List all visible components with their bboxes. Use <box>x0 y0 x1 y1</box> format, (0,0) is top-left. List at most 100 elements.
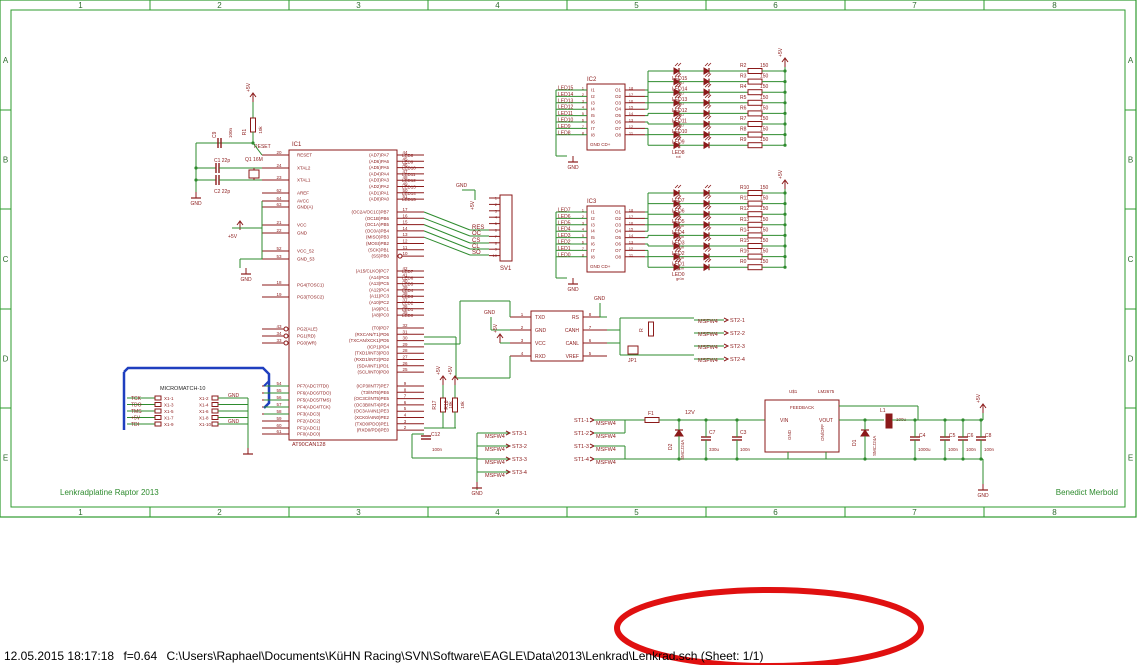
resistor-value: 150 <box>760 217 769 223</box>
capacitor-label: C2 22p <box>214 189 230 195</box>
mcu-name: IC1 <box>292 142 302 148</box>
fuse-label: F1 <box>648 411 654 417</box>
mcu-pin-number: 18 <box>276 280 282 285</box>
supply-label: +5V <box>436 365 442 375</box>
net-label-led: LED1 <box>402 307 414 312</box>
spi-header-sv1: SV112345678910GND+5VRESOCCSCLSO <box>423 183 513 272</box>
input-pin-label: ST1-3 <box>574 444 589 450</box>
mcu-pin-inverted <box>283 340 289 346</box>
driver-input-net: LED8 <box>558 130 571 136</box>
mcu-pin-name: PF2(ADC2) <box>297 419 321 424</box>
connector-pin <box>154 395 162 401</box>
mcu-pin-number: 34 <box>276 331 282 336</box>
mcu-pin-number: 54 <box>276 381 282 386</box>
driver-name: IC3 <box>587 199 597 205</box>
driver-pin-name: O1 <box>615 210 622 215</box>
net-label-led: LED2 <box>402 301 414 306</box>
row-letter: D <box>3 355 9 364</box>
input-net-label: MSFW4 <box>596 447 616 453</box>
connector-arrow <box>589 417 596 423</box>
fuse-f1 <box>644 417 660 423</box>
column-number: 3 <box>356 1 361 10</box>
mcu-pin-number: 25 <box>402 367 408 372</box>
mcu-pin-name: PG4(TOSC1) <box>297 283 324 288</box>
column-number: 2 <box>217 1 222 10</box>
resistor-value: 150 <box>760 137 769 143</box>
net-label-led: LED8 <box>402 153 414 158</box>
mcu-pin-number: 55 <box>276 388 282 393</box>
driver-pin-name: O4 <box>615 107 622 112</box>
mcu-pin-number: 57 <box>276 402 282 407</box>
diode-value: SMCJ24A <box>680 440 685 460</box>
resistor-name: R13 <box>740 217 749 223</box>
inductor-l1 <box>885 413 893 429</box>
can-pin-name: CANH <box>565 328 580 334</box>
connector-pin-label: ST2-1 <box>730 318 745 324</box>
driver-pin-name: O3 <box>615 222 622 227</box>
reset-pullup-resistor <box>250 117 256 133</box>
mcu-pin-number: 20 <box>276 150 282 155</box>
led-arrows <box>704 248 712 252</box>
mcu-pin-name: (AD5)PA5 <box>369 165 389 170</box>
driver-pin-name: O2 <box>615 94 622 99</box>
junction <box>943 418 947 422</box>
driver-input-net: LED15 <box>558 86 574 92</box>
resistor-value: 150 <box>760 185 769 191</box>
mcu-pin-number: 60 <box>276 423 282 428</box>
mcu-pin-name: (MOSI)PB2 <box>366 241 390 246</box>
led-diode <box>703 242 710 250</box>
led-diode <box>703 77 710 86</box>
mcu-pin-number: 53 <box>276 254 282 259</box>
led-diode <box>703 199 710 208</box>
capacitor-value: 100n <box>984 447 995 452</box>
can-pin-number: 5 <box>589 351 592 356</box>
input-net-label: MSFW4 <box>596 460 616 466</box>
can-pin-number: 4 <box>521 351 524 356</box>
resistor-name: R5 <box>740 95 747 101</box>
resistor-name: R10 <box>740 185 749 191</box>
driver-pin-name: I1 <box>591 210 595 215</box>
mcu-pin-name: (ICP1)PD4 <box>367 344 389 349</box>
mcu-pin-number: 24 <box>276 163 282 168</box>
jumper-jp1 <box>627 345 639 355</box>
driver-pin-name: O8 <box>615 254 622 259</box>
diode-name: D2 <box>668 443 674 450</box>
column-number: 8 <box>1052 1 1057 10</box>
resistor-value: 150 <box>760 116 769 122</box>
row-letter: B <box>3 156 8 165</box>
mcu-pin-name: (OC1A)PB5 <box>365 222 389 227</box>
led-diode <box>703 220 710 229</box>
led-arrows <box>704 227 712 231</box>
mcu-pin-name: (SDA/INT1)PD1 <box>357 363 390 368</box>
mcu-pin-name: AVCC <box>297 199 310 204</box>
mcu-pin-number: 9 <box>404 381 407 386</box>
can-pin-name: RS <box>572 315 580 321</box>
column-number: 2 <box>217 508 222 517</box>
led-arrows <box>704 94 712 99</box>
connector-arrow <box>589 443 596 449</box>
connector-pin-label: ST3-1 <box>512 431 527 437</box>
column-number: 4 <box>495 1 500 10</box>
driver-input-net: LED5 <box>558 220 571 226</box>
mcu-pin-name: (XCK0/AIN0)PE2 <box>354 415 389 420</box>
mcu-pin-number: 2 <box>404 425 407 430</box>
tvs-diode-d2 <box>674 429 684 437</box>
resistor-value: 150 <box>760 249 769 255</box>
can-pin-number: 3 <box>521 338 524 343</box>
resistor-value: 150 <box>760 227 769 233</box>
mcu-pin-name: VCC_52 <box>297 249 315 254</box>
mcu-pin-number: 52 <box>276 246 282 251</box>
connector-net-label: MSFW4 <box>485 447 505 453</box>
led-driver-ic3: IC3GND CD+LED7 1 I1 O1 18LED6 2 I2 O2 17LED5 3 I3 O… <box>555 169 789 293</box>
jumper-label: JP1 <box>628 358 637 364</box>
crystal-q1 <box>248 169 260 179</box>
mcu-pin-number: 62 <box>276 188 282 193</box>
mcu-pin-number: 29 <box>402 342 408 347</box>
net-label-led: LED14 <box>402 191 416 196</box>
oscillator-reset-section: +5VR1 10kRESETC9 100nC1 22pC2 22pQ1 16MGND… <box>190 82 270 283</box>
connector-pin <box>211 408 219 414</box>
mcu-pin-name: (A10)PC2 <box>369 300 389 305</box>
mcu-pin-number: 26 <box>402 361 408 366</box>
resistor-value: 150 <box>760 74 769 80</box>
capacitor-name: C12 <box>431 432 440 438</box>
